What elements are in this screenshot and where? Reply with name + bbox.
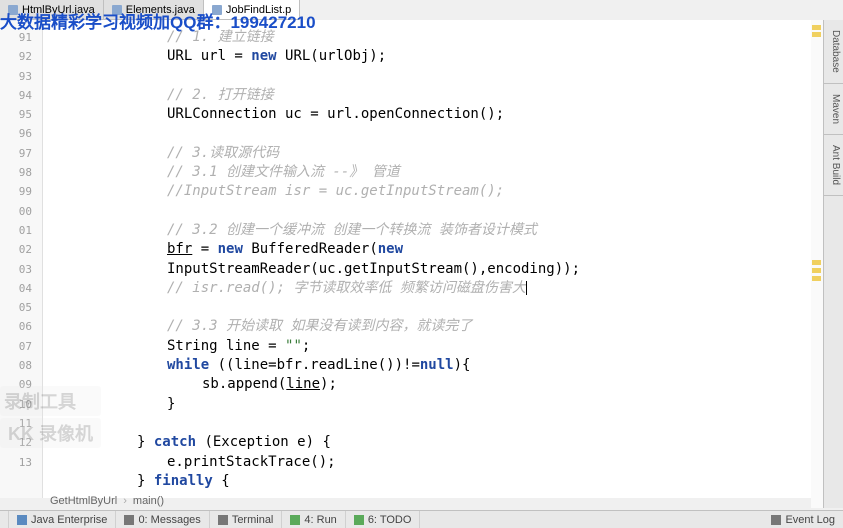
error-stripe [811,20,823,508]
mark-icon [812,276,821,281]
line-number: 03 [0,260,32,279]
event-log-icon [771,515,781,525]
line-number: 05 [0,298,32,317]
terminal-button[interactable]: Terminal [210,511,283,528]
line-number: 08 [0,356,32,375]
code-line: //InputStream isr = uc.getInputStream(); [167,183,504,199]
code-line: // 3.2 创建一个缓冲流 创建一个转换流 装饰者设计模式 [167,222,537,238]
breadcrumb: GetHtmlByUrl › main() [50,492,164,510]
line-number: 02 [0,240,32,259]
terminal-icon [218,515,228,525]
todo-button[interactable]: 6: TODO [346,511,421,528]
line-number: 94 [0,86,32,105]
mark-icon [812,268,821,273]
mark-icon [812,25,821,30]
mark-icon [812,32,821,37]
java-enterprise-icon [17,515,27,525]
line-number: 99 [0,182,32,201]
maven-panel-tab[interactable]: Maven [824,84,843,135]
line-number: 93 [0,67,32,86]
line-number: 06 [0,317,32,336]
messages-icon [124,515,134,525]
line-number: 92 [0,47,32,66]
chevron-right-icon: › [123,495,127,507]
todo-icon [354,515,364,525]
line-number: 00 [0,202,32,221]
antbuild-panel-tab[interactable]: Ant Build [824,135,843,196]
code-line: e.printStackTrace(); [167,454,336,470]
code-line: } [167,396,175,412]
qq-banner: 大数据精彩学习视频加QQ群：199427210 [0,8,316,33]
messages-button[interactable]: 0: Messages [116,511,209,528]
code-editor[interactable]: // 1. 建立链接 URL url = new URL(urlObj); //… [43,20,811,498]
code-line: URLConnection uc = url.openConnection(); [167,106,504,122]
breadcrumb-item[interactable]: main() [133,495,164,507]
line-number: 98 [0,163,32,182]
run-button[interactable]: 4: Run [282,511,345,528]
run-icon [290,515,300,525]
line-number: 01 [0,221,32,240]
editor-area: 91 92 93 94 95 96 97 98 99 00 01 02 03 0… [0,20,811,498]
code-line: // 3.1 创建文件输入流 --》 管道 [167,164,400,180]
status-bar: Java Enterprise 0: Messages Terminal 4: … [0,510,843,528]
line-number: 04 [0,279,32,298]
line-number: 13 [0,453,32,472]
mark-icon [812,260,821,265]
code-line: // 3.读取源代码 [167,145,279,161]
code-line: // 2. 打开链接 [167,87,274,103]
code-line: // 3.3 开始读取 如果没有读到内容，就读完了 [167,318,472,334]
line-number: 97 [0,144,32,163]
code-line: // isr.read(); 字节读取效率低 频繁访问磁盘伤害大 [167,280,526,296]
text-cursor [526,281,527,295]
database-panel-tab[interactable]: Database [824,20,843,84]
java-enterprise-button[interactable]: Java Enterprise [8,511,116,528]
event-log-button[interactable]: Event Log [771,514,835,526]
line-number: 96 [0,124,32,143]
line-number: 95 [0,105,32,124]
watermark: 录制工具 KK 录像机 [0,386,101,448]
line-number: 07 [0,337,32,356]
right-tool-panels: Database Maven Ant Build [823,20,843,508]
breadcrumb-item[interactable]: GetHtmlByUrl [50,495,117,507]
